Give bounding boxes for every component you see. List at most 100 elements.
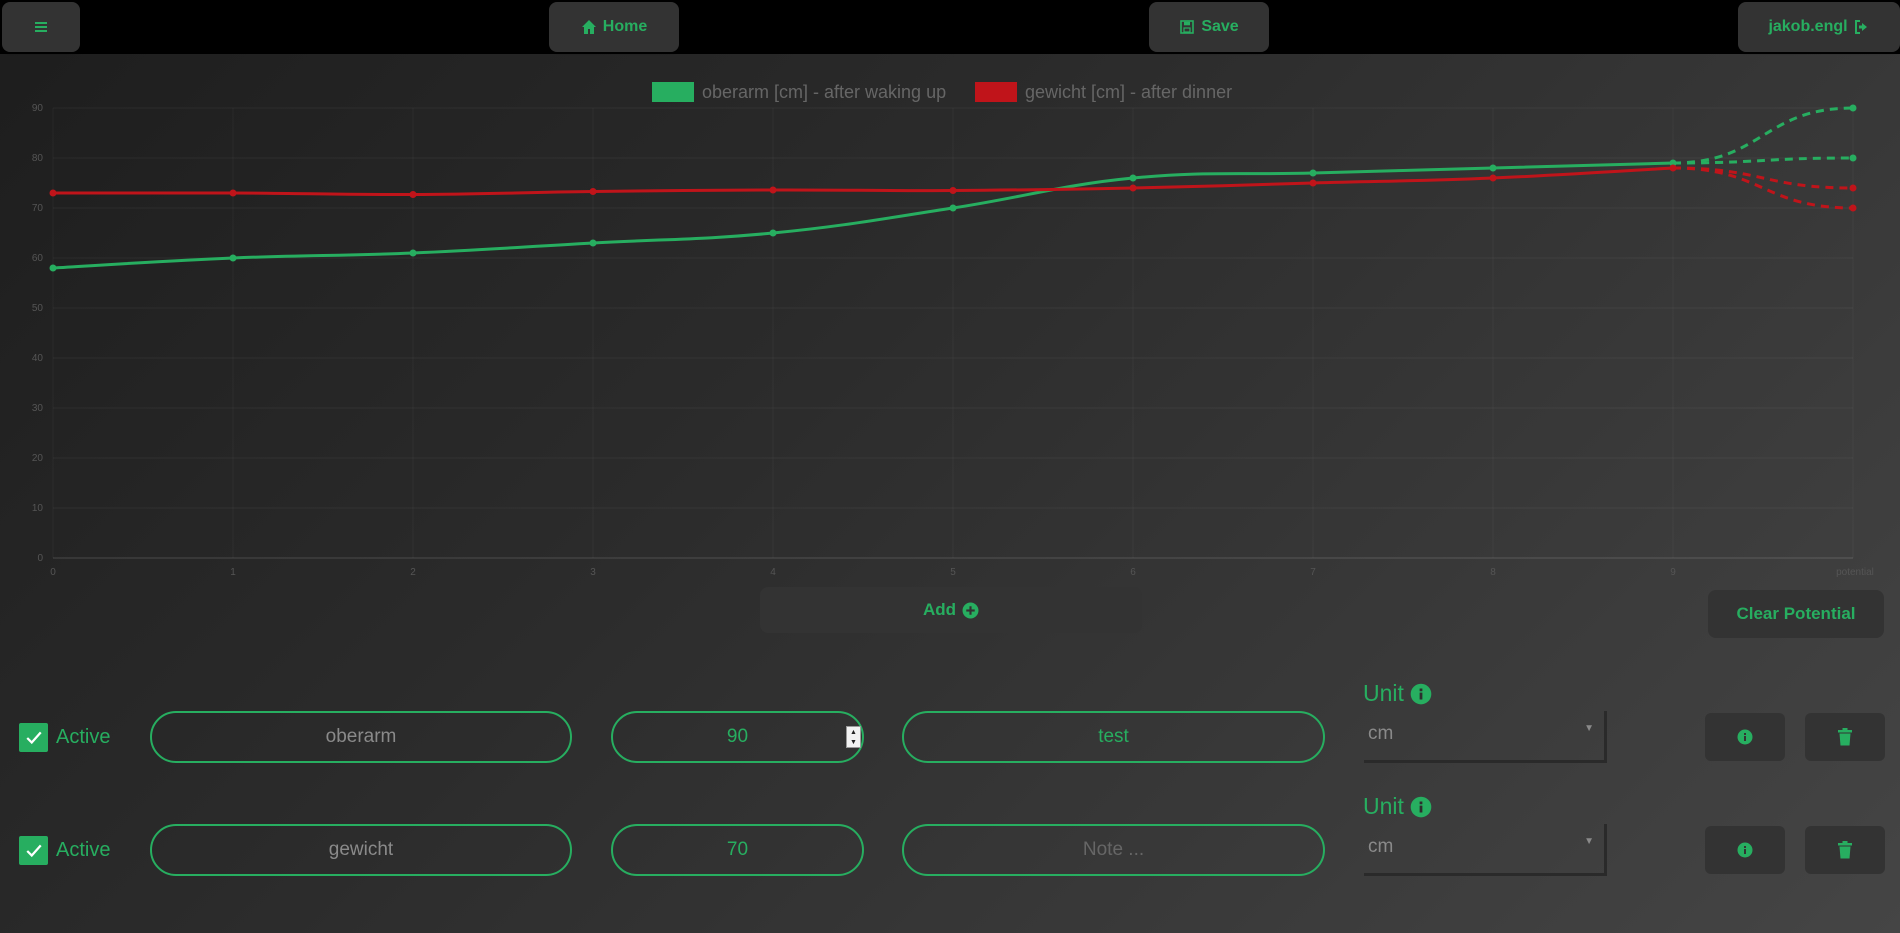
potential-line: [1672, 156, 1854, 165]
y-tick-label: 80: [32, 153, 44, 164]
x-tick-label: potential: [1836, 567, 1874, 578]
x-tick-label: 8: [1490, 567, 1496, 578]
check-icon: [25, 731, 42, 744]
unit-select[interactable]: cm ▼: [1364, 824, 1607, 876]
plus-circle-icon: [962, 602, 979, 618]
x-tick-label: 3: [590, 567, 596, 578]
y-tick-label: 0: [37, 553, 43, 564]
info-button[interactable]: [1705, 713, 1785, 761]
data-point: [1309, 179, 1317, 187]
unit-heading: Unit: [1363, 793, 1432, 820]
y-tick-label: 50: [32, 303, 44, 314]
data-point: [409, 249, 417, 257]
x-tick-label: 5: [950, 567, 956, 578]
home-button[interactable]: Home: [549, 2, 679, 52]
y-tick-label: 10: [32, 503, 44, 514]
data-point: [409, 191, 417, 198]
info-button[interactable]: [1705, 826, 1785, 874]
unit-label: Unit: [1363, 793, 1404, 819]
save-label: Save: [1201, 18, 1239, 35]
potential-line: [1672, 106, 1854, 165]
caret-down-icon: ▼: [1584, 836, 1594, 847]
spin-down-icon[interactable]: ▼: [847, 737, 860, 747]
menu-button[interactable]: [2, 2, 80, 52]
y-tick-label: 70: [32, 203, 44, 214]
add-label: Add: [922, 600, 957, 619]
unit-select[interactable]: cm ▼: [1364, 711, 1607, 763]
potential-point: [1849, 154, 1857, 162]
y-tick-label: 30: [32, 403, 44, 414]
data-point: [1309, 169, 1317, 177]
info-circle-icon[interactable]: [1410, 796, 1432, 818]
name-input[interactable]: [150, 711, 572, 763]
target-value-input[interactable]: [611, 711, 864, 763]
top-navbar: Home Save jakob.engl: [0, 0, 1900, 54]
x-tick-label: 4: [770, 567, 776, 578]
note-input[interactable]: [902, 824, 1325, 876]
data-point: [589, 188, 597, 195]
clear-potential-button[interactable]: Clear Potential: [1708, 590, 1884, 638]
home-label: Home: [602, 18, 648, 35]
x-tick-label: 1: [230, 567, 236, 578]
series-line: [52, 166, 1674, 197]
active-label: Active: [56, 839, 111, 861]
info-circle-icon: [1737, 729, 1753, 745]
clear-potential-label: Clear Potential: [1736, 604, 1856, 623]
note-input[interactable]: [902, 711, 1325, 763]
data-point: [589, 239, 597, 247]
delete-button[interactable]: [1805, 826, 1885, 874]
target-value-input[interactable]: [611, 824, 864, 876]
active-checkbox[interactable]: [19, 723, 48, 752]
legend-label: gewicht [cm] - after dinner: [1025, 82, 1232, 102]
add-button[interactable]: Add: [760, 587, 1142, 633]
y-tick-label: 40: [32, 353, 44, 364]
unit-heading: Unit: [1363, 680, 1432, 707]
y-tick-label: 90: [32, 103, 44, 114]
save-button[interactable]: Save: [1149, 2, 1269, 52]
username-label: jakob.engl: [1768, 18, 1848, 35]
check-icon: [25, 844, 42, 857]
data-point: [1129, 174, 1137, 182]
legend-label: oberarm [cm] - after waking up: [702, 82, 946, 102]
potential-point: [1849, 204, 1857, 212]
data-point: [49, 264, 57, 272]
name-input[interactable]: [150, 824, 572, 876]
bars-icon: [35, 22, 47, 32]
y-tick-label: 60: [32, 253, 44, 264]
info-circle-icon[interactable]: [1410, 683, 1432, 705]
home-icon: [581, 20, 596, 34]
potential-line: [1672, 166, 1854, 190]
x-tick-label: 9: [1670, 567, 1676, 578]
data-point: [229, 254, 237, 262]
unit-value: cm: [1368, 836, 1394, 857]
data-point: [769, 186, 777, 194]
data-point: [229, 189, 237, 197]
caret-down-icon: ▼: [1584, 723, 1594, 734]
number-spinner[interactable]: ▲ ▼: [846, 726, 861, 748]
legend-swatch: [652, 82, 694, 102]
sign-out-icon: [1854, 20, 1867, 34]
trash-icon: [1838, 841, 1852, 859]
spin-up-icon[interactable]: ▲: [847, 727, 860, 737]
x-tick-label: 7: [1310, 567, 1316, 578]
trash-icon: [1838, 728, 1852, 746]
data-point: [1489, 174, 1497, 182]
info-circle-icon: [1737, 842, 1753, 858]
save-icon: [1180, 20, 1195, 34]
potential-point: [1849, 184, 1857, 192]
delete-button[interactable]: [1805, 713, 1885, 761]
user-logout-button[interactable]: jakob.engl: [1738, 2, 1900, 52]
unit-value: cm: [1368, 723, 1394, 744]
potential-point: [1849, 104, 1857, 112]
data-point: [1129, 184, 1137, 192]
data-point: [949, 204, 957, 212]
data-point: [49, 189, 57, 197]
active-label: Active: [56, 726, 111, 748]
measurement-chart: 0 10 20 30 40 50 60 70 80 90 0 1 2 3 4 5 6 7 8 9 potential ob…: [32, 82, 1874, 578]
x-tick-label: 0: [50, 567, 56, 578]
data-point: [769, 229, 777, 237]
active-checkbox[interactable]: [19, 836, 48, 865]
legend-swatch: [975, 82, 1017, 102]
data-point: [1669, 164, 1677, 172]
y-tick-label: 20: [32, 453, 44, 464]
